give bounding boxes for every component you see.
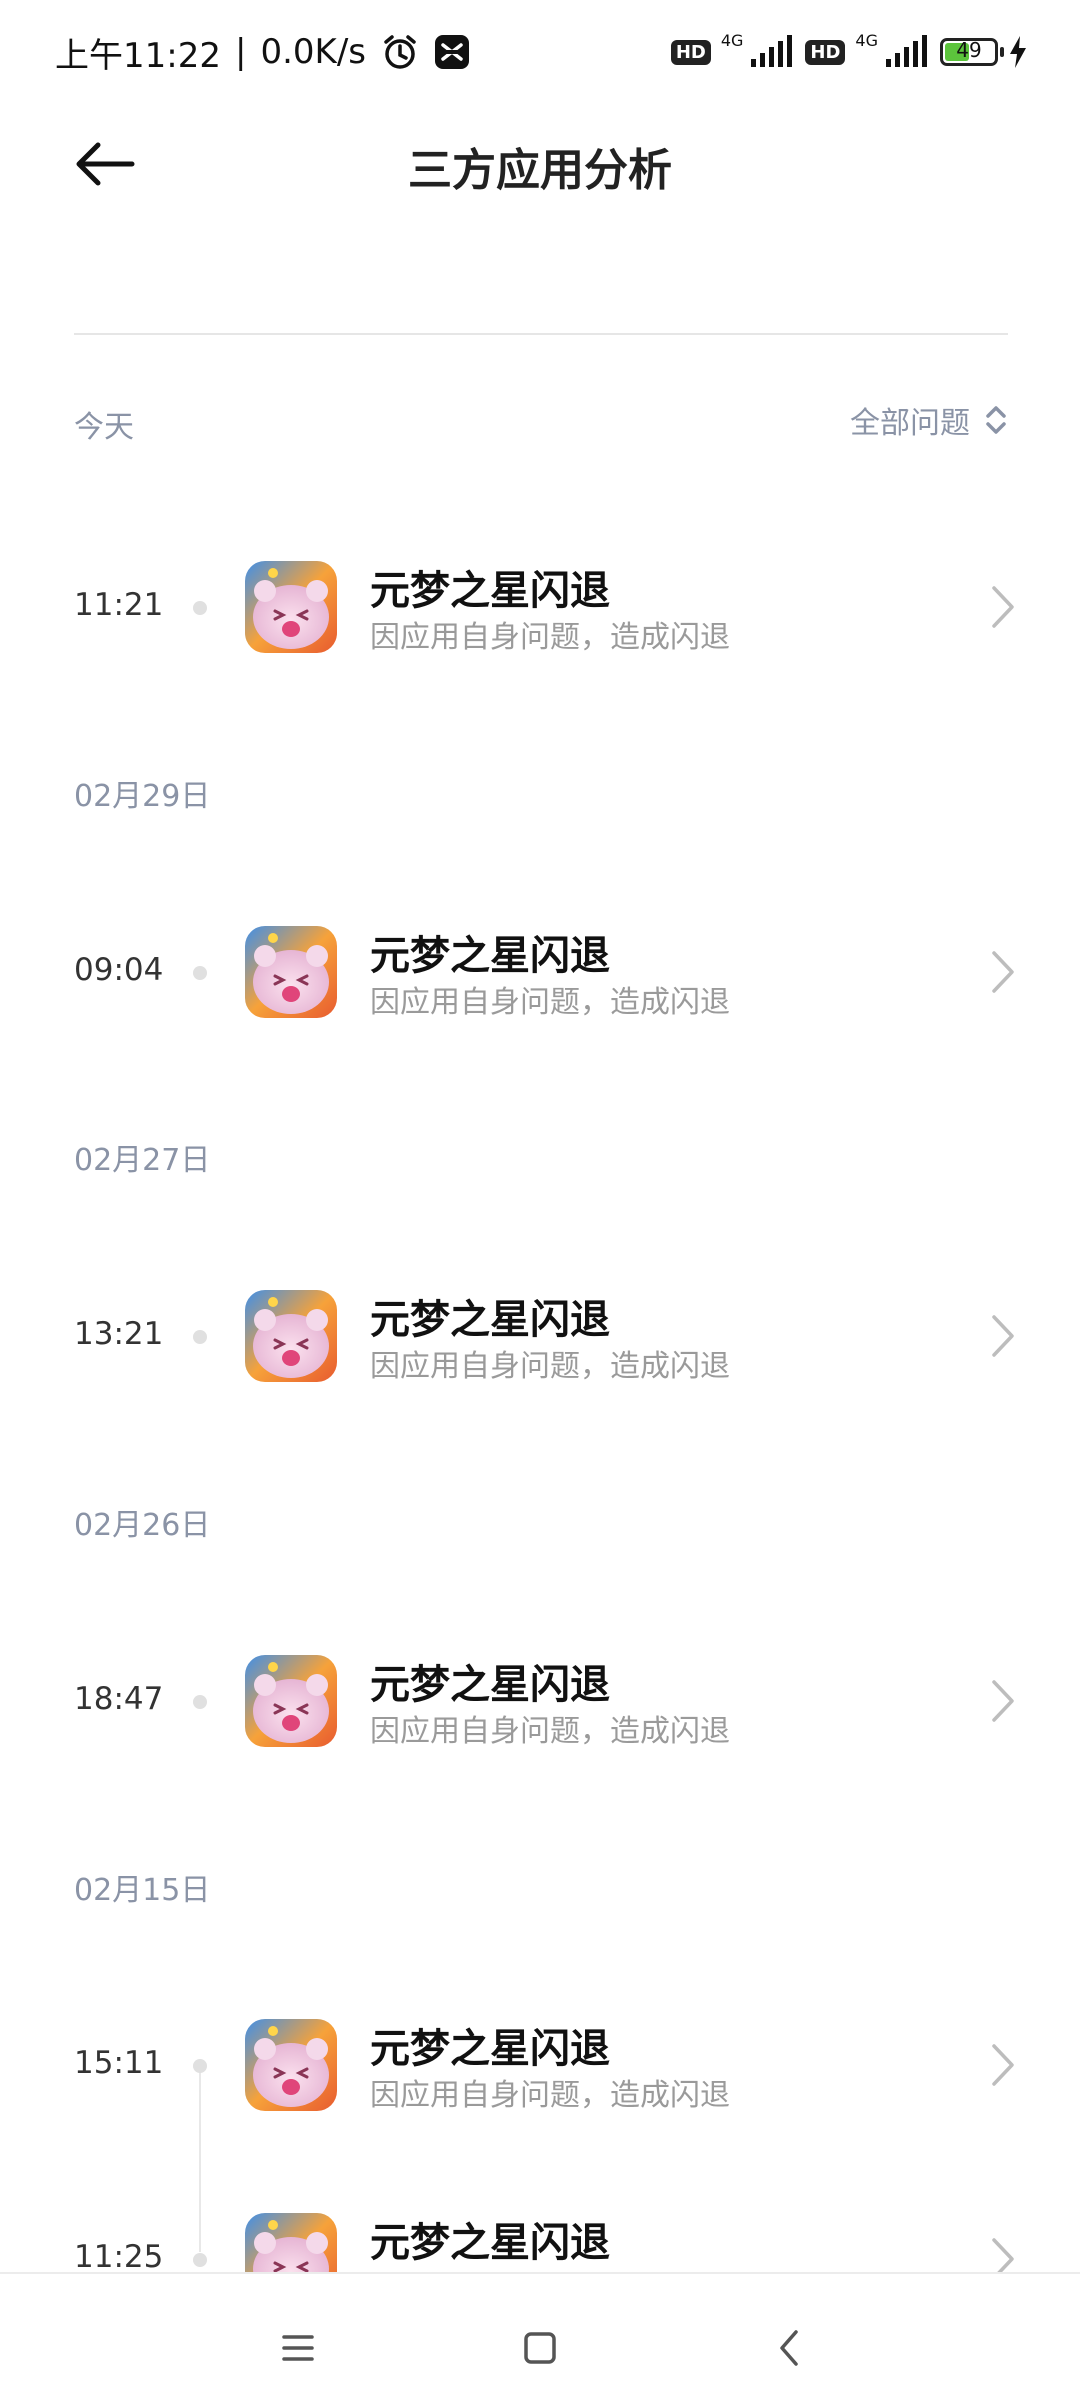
back-icon bbox=[780, 2330, 798, 2366]
list-item[interactable]: 11:21 元梦之星闪退 因应用自身问题，造成闪退 bbox=[0, 552, 1080, 662]
page-title: 三方应用分析 bbox=[408, 145, 672, 196]
item-time: 13:21 bbox=[74, 1316, 164, 1352]
nav-back-button[interactable] bbox=[760, 2318, 820, 2378]
timeline-dot bbox=[193, 2253, 207, 2267]
status-bar: 上午11:22 | 0.0K/s HD 4G HD 4G 49 bbox=[0, 0, 1080, 104]
status-separator: | bbox=[234, 32, 247, 72]
list-item[interactable]: 13:21 元梦之星闪退 因应用自身问题，造成闪退 bbox=[0, 1281, 1080, 1391]
charging-bolt-icon bbox=[1010, 36, 1026, 68]
item-subtitle: 因应用自身问题，造成闪退 bbox=[370, 1349, 730, 1384]
item-title: 元梦之星闪退 bbox=[370, 1297, 610, 1343]
list-item[interactable]: 09:04 元梦之星闪退 因应用自身问题，造成闪退 bbox=[0, 917, 1080, 1027]
chevron-right-icon bbox=[992, 2044, 1014, 2086]
app-icon bbox=[245, 1290, 337, 1382]
battery-icon: 49 bbox=[940, 38, 1004, 66]
item-title: 元梦之星闪退 bbox=[370, 1662, 610, 1708]
status-time: 上午11:22 bbox=[55, 35, 221, 76]
date-header: 02月26日 bbox=[74, 1508, 211, 1543]
status-left: 上午11:22 | 0.0K/s bbox=[55, 28, 470, 76]
item-subtitle: 因应用自身问题，造成闪退 bbox=[370, 620, 730, 655]
status-right: HD 4G HD 4G 49 bbox=[670, 28, 1028, 76]
date-header: 02月27日 bbox=[74, 1143, 211, 1178]
signal-icon-2 bbox=[886, 35, 927, 67]
chevron-right-icon bbox=[992, 586, 1014, 628]
chevron-right-icon bbox=[992, 951, 1014, 993]
item-title: 元梦之星闪退 bbox=[370, 2220, 610, 2266]
network-type-1: 4G bbox=[720, 30, 744, 50]
signal-icon bbox=[751, 35, 793, 67]
item-time: 15:11 bbox=[74, 2045, 164, 2081]
filter-label: 全部问题 bbox=[850, 406, 970, 441]
timeline-dot bbox=[193, 2059, 207, 2073]
item-time: 11:21 bbox=[74, 587, 164, 623]
app-icon bbox=[245, 1655, 337, 1747]
item-time: 18:47 bbox=[74, 1681, 164, 1717]
sort-updown-icon bbox=[986, 406, 1006, 434]
menu-button[interactable] bbox=[268, 2318, 328, 2378]
network-speed: 0.0K/s bbox=[260, 32, 366, 72]
capcut-icon bbox=[435, 35, 469, 69]
home-icon bbox=[524, 2332, 556, 2364]
app-icon bbox=[245, 561, 337, 653]
battery-level: 49 bbox=[956, 38, 982, 62]
menu-icon bbox=[282, 2335, 314, 2361]
app-header: 三方应用分析 bbox=[0, 104, 1080, 224]
item-subtitle: 因应用自身问题，造成闪退 bbox=[370, 985, 730, 1020]
item-title: 元梦之星闪退 bbox=[370, 568, 610, 614]
chevron-right-icon bbox=[992, 1680, 1014, 1722]
home-button[interactable] bbox=[510, 2318, 570, 2378]
timeline-dot bbox=[193, 966, 207, 980]
item-title: 元梦之星闪退 bbox=[370, 933, 610, 979]
date-header-today: 今天 bbox=[74, 410, 134, 445]
hd-badge-1: HD bbox=[670, 39, 711, 65]
app-icon bbox=[245, 2019, 337, 2111]
item-subtitle: 因应用自身问题，造成闪退 bbox=[370, 2078, 730, 2113]
header-divider bbox=[74, 333, 1008, 335]
item-title: 元梦之星闪退 bbox=[370, 2026, 610, 2072]
alarm-icon bbox=[384, 35, 416, 69]
list-item[interactable]: 18:47 元梦之星闪退 因应用自身问题，造成闪退 bbox=[0, 1646, 1080, 1756]
app-icon bbox=[245, 926, 337, 1018]
network-type-2: 4G bbox=[855, 30, 878, 50]
item-subtitle: 因应用自身问题，造成闪退 bbox=[370, 1714, 730, 1749]
date-header: 02月15日 bbox=[74, 1873, 211, 1908]
timeline-dot bbox=[193, 1330, 207, 1344]
hd-badge-2: HD bbox=[805, 39, 846, 65]
item-time: 11:25 bbox=[74, 2239, 164, 2275]
timeline-dot bbox=[193, 601, 207, 615]
date-header: 02月29日 bbox=[74, 779, 211, 814]
issue-filter-dropdown[interactable]: 全部问题 bbox=[850, 398, 1008, 442]
item-time: 09:04 bbox=[74, 952, 164, 988]
list-item[interactable]: 15:11 元梦之星闪退 因应用自身问题，造成闪退 bbox=[0, 2010, 1080, 2120]
chevron-right-icon bbox=[992, 1315, 1014, 1357]
system-nav-bar bbox=[0, 2272, 1080, 2400]
timeline-dot bbox=[193, 1695, 207, 1709]
